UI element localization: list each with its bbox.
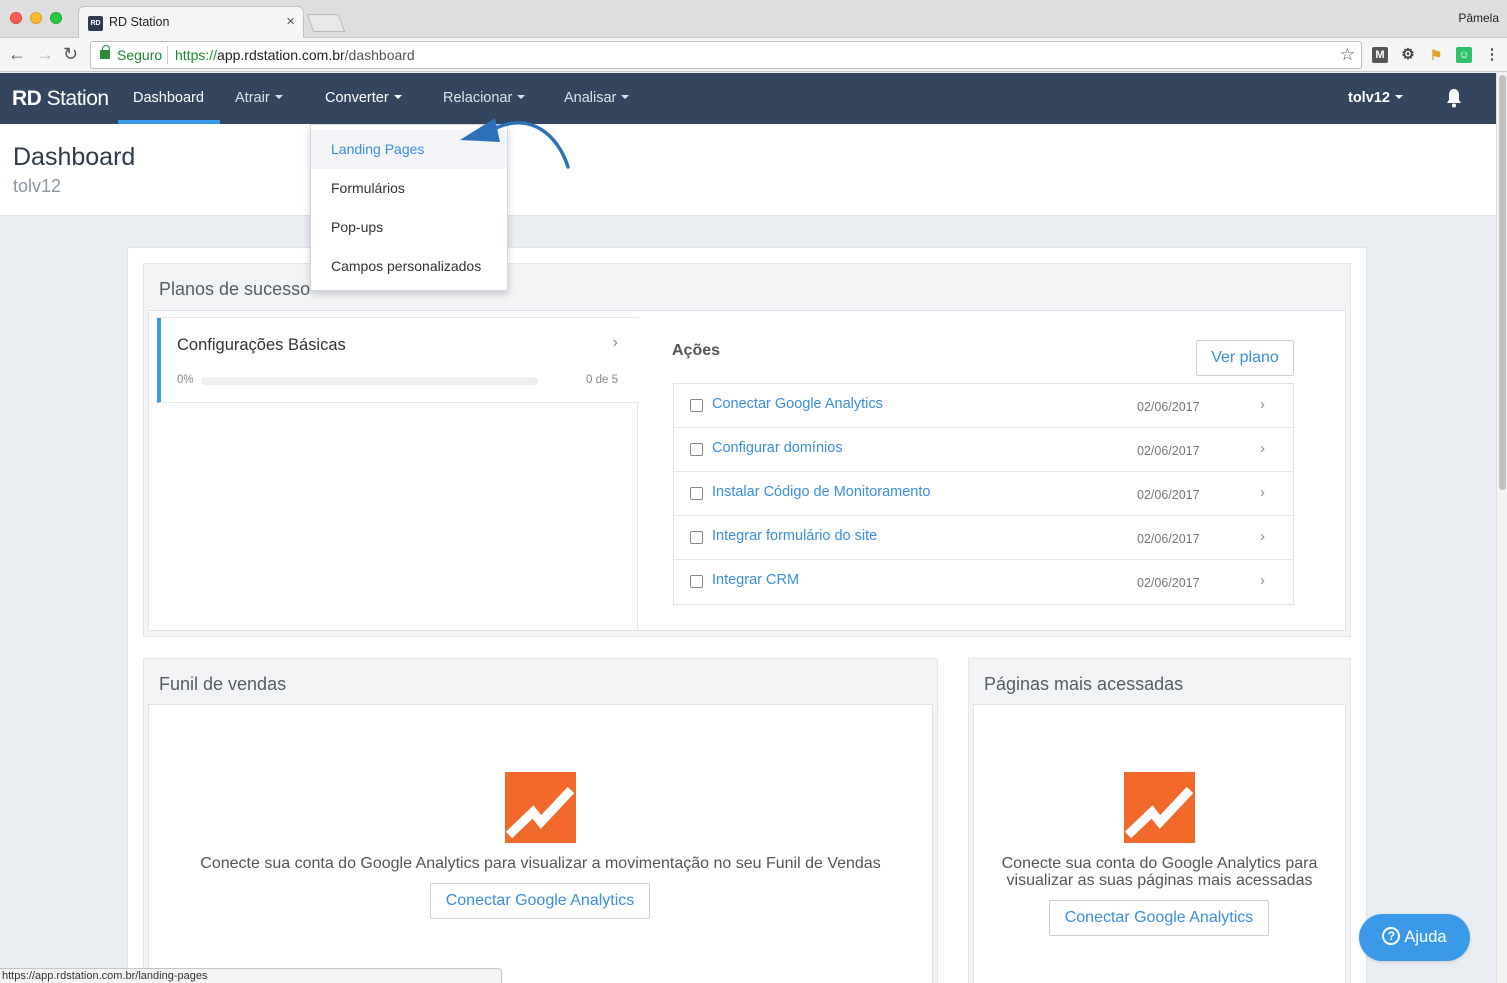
window-minimize-button[interactable] xyxy=(30,12,42,24)
nav-relacionar[interactable]: Relacionar xyxy=(443,90,526,106)
action-label[interactable]: Integrar formulário do site xyxy=(712,528,877,544)
question-icon: ? xyxy=(1382,927,1401,945)
success-step-card[interactable]: Configurações Básicas › 0% 0 de 5 xyxy=(157,318,638,403)
scrollbar-thumb[interactable] xyxy=(1499,75,1506,490)
annotation-arrow-icon xyxy=(460,118,570,169)
connect-ga-button[interactable]: Conectar Google Analytics xyxy=(430,883,650,919)
top-pages-message: Conecte sua conta do Google Analytics pa… xyxy=(1001,855,1318,889)
account-menu[interactable]: tolv12 xyxy=(1348,90,1403,106)
actions-title: Ações xyxy=(672,342,721,359)
caret-down-icon xyxy=(274,95,283,99)
ver-plano-button[interactable]: Ver plano xyxy=(1196,340,1294,376)
browser-tab[interactable]: RD RD Station × xyxy=(78,6,304,39)
nav-dashboard[interactable]: Dashboard xyxy=(133,90,204,106)
address-bar[interactable]: Seguro https://app.rdstation.com.br/dash… xyxy=(90,41,1362,69)
extension-green-icon[interactable]: ☺ xyxy=(1456,47,1472,63)
action-checkbox[interactable] xyxy=(690,399,703,412)
extension-flag-icon[interactable]: ⚑ xyxy=(1428,47,1444,63)
analytics-chart-icon xyxy=(505,772,576,843)
chevron-right-icon: › xyxy=(1260,572,1265,589)
bookmark-star-icon[interactable]: ☆ xyxy=(1340,45,1355,65)
chevron-right-icon: › xyxy=(1260,484,1265,501)
app-navbar: RD Station Dashboard Atrair Converter Re… xyxy=(0,73,1496,124)
back-arrow-icon[interactable]: ← xyxy=(8,44,26,64)
window-close-button[interactable] xyxy=(10,12,22,24)
action-label[interactable]: Integrar CRM xyxy=(712,572,799,588)
help-button[interactable]: ? Ajuda xyxy=(1359,914,1470,961)
dropdown-item-campos-personalizados[interactable]: Campos personalizados xyxy=(311,247,507,286)
analytics-chart-icon xyxy=(1124,772,1195,843)
step-list-top xyxy=(157,310,638,318)
rd-station-logo[interactable]: RD Station xyxy=(12,87,109,111)
caret-down-icon xyxy=(517,95,526,99)
page-header: Dashboard tolv12 xyxy=(0,124,1496,216)
browser-profile-name[interactable]: Pâmela xyxy=(1458,11,1499,25)
page-title: Dashboard xyxy=(13,143,136,171)
step-progress-bar xyxy=(201,377,538,385)
forward-arrow-icon[interactable]: → xyxy=(36,44,54,64)
chevron-right-icon: › xyxy=(1260,396,1265,413)
step-count: 0 de 5 xyxy=(586,374,618,386)
panel-title: Funil de vendas xyxy=(159,674,287,694)
step-title: Configurações Básicas xyxy=(177,336,346,354)
action-date: 02/06/2017 xyxy=(1137,400,1200,414)
action-row[interactable]: Configurar domínios 02/06/2017 › xyxy=(674,428,1293,472)
action-row[interactable]: Integrar formulário do site 02/06/2017 › xyxy=(674,516,1293,560)
funnel-body xyxy=(148,704,933,983)
dropdown-item-popups[interactable]: Pop-ups xyxy=(311,208,507,247)
action-checkbox[interactable] xyxy=(690,443,703,456)
extension-m-icon[interactable]: M xyxy=(1372,47,1388,63)
new-tab-button[interactable] xyxy=(306,14,346,32)
action-label[interactable]: Configurar domínios xyxy=(712,440,843,456)
tab-title: RD Station xyxy=(109,15,170,29)
browser-status-bar: https://app.rdstation.com.br/landing-pag… xyxy=(0,968,502,983)
secure-label: Seguro xyxy=(117,47,163,63)
caret-down-icon xyxy=(1394,95,1403,99)
connect-ga-button[interactable]: Conectar Google Analytics xyxy=(1049,900,1269,936)
caret-down-icon xyxy=(393,95,402,99)
window-zoom-button[interactable] xyxy=(50,12,62,24)
rd-favicon-icon: RD xyxy=(88,16,103,31)
url-text[interactable]: https://app.rdstation.com.br/dashboard xyxy=(175,47,415,63)
panel-title: Planos de sucesso xyxy=(159,279,311,299)
action-checkbox[interactable] xyxy=(690,575,703,588)
nav-atrair[interactable]: Atrair xyxy=(235,90,283,106)
action-row[interactable]: Conectar Google Analytics 02/06/2017 › xyxy=(674,384,1293,428)
chevron-right-icon: › xyxy=(612,334,618,351)
action-date: 02/06/2017 xyxy=(1137,576,1200,590)
chevron-right-icon: › xyxy=(1260,528,1265,545)
browser-menu-icon[interactable]: ⋮ xyxy=(1484,47,1500,63)
actions-list: Conectar Google Analytics 02/06/2017 › C… xyxy=(673,383,1294,605)
action-checkbox[interactable] xyxy=(690,487,703,500)
browser-tabstrip: RD RD Station × Pâmela xyxy=(0,0,1507,39)
panel-title: Páginas mais acessadas xyxy=(984,674,1184,694)
action-date: 02/06/2017 xyxy=(1137,444,1200,458)
action-date: 02/06/2017 xyxy=(1137,532,1200,546)
action-checkbox[interactable] xyxy=(690,531,703,544)
tab-close-icon[interactable]: × xyxy=(286,13,295,30)
url-divider xyxy=(167,46,168,64)
action-label[interactable]: Conectar Google Analytics xyxy=(712,396,883,412)
extension-gear-icon[interactable]: ⚙ xyxy=(1400,47,1416,63)
caret-down-icon xyxy=(621,95,630,99)
action-date: 02/06/2017 xyxy=(1137,488,1200,502)
action-row[interactable]: Instalar Código de Monitoramento 02/06/2… xyxy=(674,472,1293,516)
funnel-message: Conecte sua conta do Google Analytics pa… xyxy=(200,855,881,872)
nav-analisar[interactable]: Analisar xyxy=(564,90,630,106)
action-label[interactable]: Instalar Código de Monitoramento xyxy=(712,484,930,500)
nav-converter[interactable]: Converter xyxy=(325,90,402,106)
page-subtitle: tolv12 xyxy=(13,176,62,196)
browser-toolbar: ← → ↻ Seguro https://app.rdstation.com.b… xyxy=(0,38,1507,72)
bell-icon[interactable] xyxy=(1446,88,1462,108)
lock-icon xyxy=(100,45,110,59)
step-progress-label: 0% xyxy=(177,374,194,386)
reload-icon[interactable]: ↻ xyxy=(63,44,78,64)
page-scrollbar[interactable] xyxy=(1496,73,1507,983)
action-row[interactable]: Integrar CRM 02/06/2017 › xyxy=(674,560,1293,604)
top-pages-body xyxy=(973,704,1346,983)
chevron-right-icon: › xyxy=(1260,440,1265,457)
